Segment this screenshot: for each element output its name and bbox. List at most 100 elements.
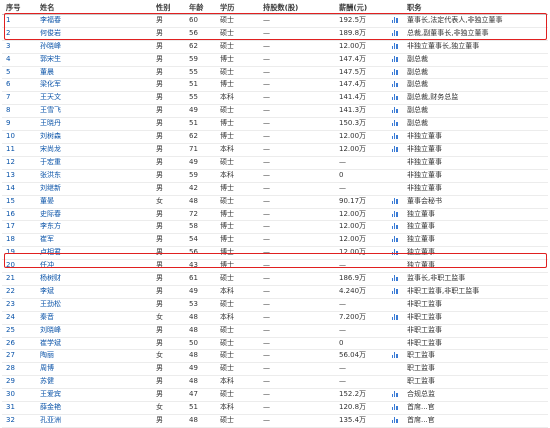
bar-chart-icon[interactable] (392, 404, 398, 411)
bar-chart-icon[interactable] (392, 107, 398, 114)
col-education-header[interactable]: 学历 (216, 2, 259, 15)
bar-chart-icon[interactable] (392, 197, 398, 204)
person-name[interactable]: 王天文 (36, 91, 152, 106)
col-salary-header[interactable]: 薪酬(元) (335, 2, 387, 15)
table-row[interactable]: 27 陶丽女 48 硕士 —56.04万 职工监事 (2, 349, 548, 364)
salary-chart-cell[interactable] (387, 272, 403, 286)
table-row[interactable]: 15 董晏女 48 硕士 —90.17万 董事会秘书 (2, 195, 548, 209)
bar-chart-icon[interactable] (392, 29, 398, 36)
bar-chart-icon[interactable] (392, 223, 398, 230)
salary-chart-cell[interactable] (387, 53, 403, 67)
salary-chart-cell[interactable] (387, 182, 403, 196)
person-name[interactable]: 苏健 (36, 375, 152, 390)
salary-chart-cell[interactable] (387, 285, 403, 299)
person-name[interactable]: 史际春 (36, 208, 152, 222)
table-row[interactable]: 4 郭宋生男 59 博士 —147.4万 副总裁 (2, 53, 548, 67)
salary-chart-cell[interactable] (387, 388, 403, 403)
person-name[interactable]: 刘树森 (36, 130, 152, 144)
col-shares-header[interactable]: 持股数(股) (259, 2, 335, 15)
salary-chart-cell[interactable] (387, 246, 403, 261)
table-row[interactable]: 11 宋尚龙男 71 本科 —12.00万 非独立董事 (2, 143, 548, 157)
table-row[interactable]: 19 卢相君男 56 博士 —12.00万 独立董事 (2, 246, 548, 261)
bar-chart-icon[interactable] (392, 81, 398, 88)
person-name[interactable]: 薛金艳 (36, 401, 152, 415)
person-name[interactable]: 崔学斌 (36, 337, 152, 351)
person-name[interactable]: 刘晓峰 (36, 324, 152, 338)
table-row[interactable]: 12 于宏重男 49 硕士 — — 非独立董事 (2, 156, 548, 170)
table-row[interactable]: 21 杨树财男 61 硕士 —186.9万 监事长,非职工监事 (2, 272, 548, 286)
bar-chart-icon[interactable] (392, 68, 398, 75)
salary-chart-cell[interactable] (387, 156, 403, 170)
person-name[interactable]: 何俊岩 (36, 27, 152, 41)
table-row[interactable]: 26 崔学斌男 50 硕士 —0 非职工监事 (2, 337, 548, 351)
person-name[interactable]: 王晓丹 (36, 117, 152, 132)
person-name[interactable]: 孔亚洲 (36, 414, 152, 428)
col-name-header[interactable]: 姓名 (36, 2, 152, 15)
person-name[interactable]: 张洪东 (36, 169, 152, 183)
person-name[interactable]: 王爱宾 (36, 388, 152, 403)
table-row[interactable]: 14 刘继新男 42 博士 — — 非独立董事 (2, 182, 548, 196)
salary-chart-cell[interactable] (387, 40, 403, 54)
salary-chart-cell[interactable] (387, 401, 403, 415)
salary-chart-cell[interactable] (387, 195, 403, 209)
person-name[interactable]: 孙晓峰 (36, 40, 152, 54)
bar-chart-icon[interactable] (392, 120, 398, 127)
salary-chart-cell[interactable] (387, 143, 403, 157)
salary-chart-cell[interactable] (387, 324, 403, 338)
person-name[interactable]: 董晨 (36, 66, 152, 80)
person-name[interactable]: 周博 (36, 362, 152, 377)
table-row[interactable]: 24 秦音女 48 本科 —7.200万 非职工监事 (2, 311, 548, 325)
table-row[interactable]: 1 李福春男 60 硕士 —192.5万 董事长,法定代表人,非独立董事 (2, 14, 548, 28)
table-row[interactable]: 25 刘晓峰男 48 硕士 — — 非职工监事 (2, 324, 548, 338)
salary-chart-cell[interactable] (387, 117, 403, 132)
table-row[interactable]: 30 王爱宾男 47 硕士 —152.2万 合规总监 (2, 388, 548, 403)
table-row[interactable]: 23 王劲松男 53 硕士 — — 非职工监事 (2, 298, 548, 312)
person-name[interactable]: 于宏重 (36, 156, 152, 170)
table-row[interactable]: 29 苏健男 48 本科 — — 职工监事 (2, 375, 548, 390)
table-row[interactable]: 22 李斌男 49 本科 —4.240万 非职工监事,非职工监事 (2, 285, 548, 299)
salary-chart-cell[interactable] (387, 208, 403, 222)
col-chart-header[interactable] (387, 2, 403, 15)
person-name[interactable]: 秦音 (36, 311, 152, 325)
table-row[interactable]: 2 何俊岩男 56 硕士 —189.8万 总裁,副董事长,非独立董事 (2, 27, 548, 41)
bar-chart-icon[interactable] (392, 210, 398, 217)
bar-chart-icon[interactable] (392, 287, 398, 294)
bar-chart-icon[interactable] (392, 236, 398, 243)
col-index-header[interactable]: 序号 (2, 2, 36, 15)
person-name[interactable]: 李福春 (36, 14, 152, 28)
bar-chart-icon[interactable] (392, 94, 398, 101)
person-name[interactable]: 董晏 (36, 195, 152, 209)
salary-chart-cell[interactable] (387, 298, 403, 312)
table-row[interactable]: 8 王雪飞男 49 硕士 —141.3万 副总裁 (2, 104, 548, 119)
salary-chart-cell[interactable] (387, 27, 403, 41)
bar-chart-icon[interactable] (392, 275, 398, 282)
salary-chart-cell[interactable] (387, 337, 403, 351)
bar-chart-icon[interactable] (392, 249, 398, 256)
bar-chart-icon[interactable] (392, 417, 398, 423)
bar-chart-icon[interactable] (392, 16, 398, 23)
person-name[interactable]: 刘继新 (36, 182, 152, 196)
bar-chart-icon[interactable] (392, 145, 398, 152)
bar-chart-icon[interactable] (392, 133, 398, 140)
salary-chart-cell[interactable] (387, 14, 403, 28)
table-row[interactable]: 5 董晨男 55 硕士 —147.5万 副总裁 (2, 66, 548, 80)
table-row[interactable]: 6 梁化军男 51 博士 —147.4万 副总裁 (2, 78, 548, 93)
table-row[interactable]: 28 周博男 49 硕士 — — 职工监事 (2, 362, 548, 377)
person-name[interactable]: 郭宋生 (36, 53, 152, 67)
bar-chart-icon[interactable] (392, 313, 398, 320)
person-name[interactable]: 宋尚龙 (36, 143, 152, 157)
salary-chart-cell[interactable] (387, 91, 403, 106)
bar-chart-icon[interactable] (392, 55, 398, 62)
person-name[interactable]: 崔军 (36, 233, 152, 248)
person-name[interactable]: 任冲 (36, 259, 152, 274)
person-name[interactable]: 王劲松 (36, 298, 152, 312)
person-name[interactable]: 李东方 (36, 220, 152, 235)
table-row[interactable]: 16 史际春男 72 博士 —12.00万 独立董事 (2, 208, 548, 222)
salary-chart-cell[interactable] (387, 104, 403, 119)
col-position-header[interactable]: 职务 (403, 2, 548, 15)
salary-chart-cell[interactable] (387, 220, 403, 235)
table-row[interactable]: 10 刘树森男 62 博士 —12.00万 非独立董事 (2, 130, 548, 144)
salary-chart-cell[interactable] (387, 349, 403, 364)
table-row[interactable]: 17 李东方男 58 博士 —12.00万 独立董事 (2, 220, 548, 235)
salary-chart-cell[interactable] (387, 66, 403, 80)
